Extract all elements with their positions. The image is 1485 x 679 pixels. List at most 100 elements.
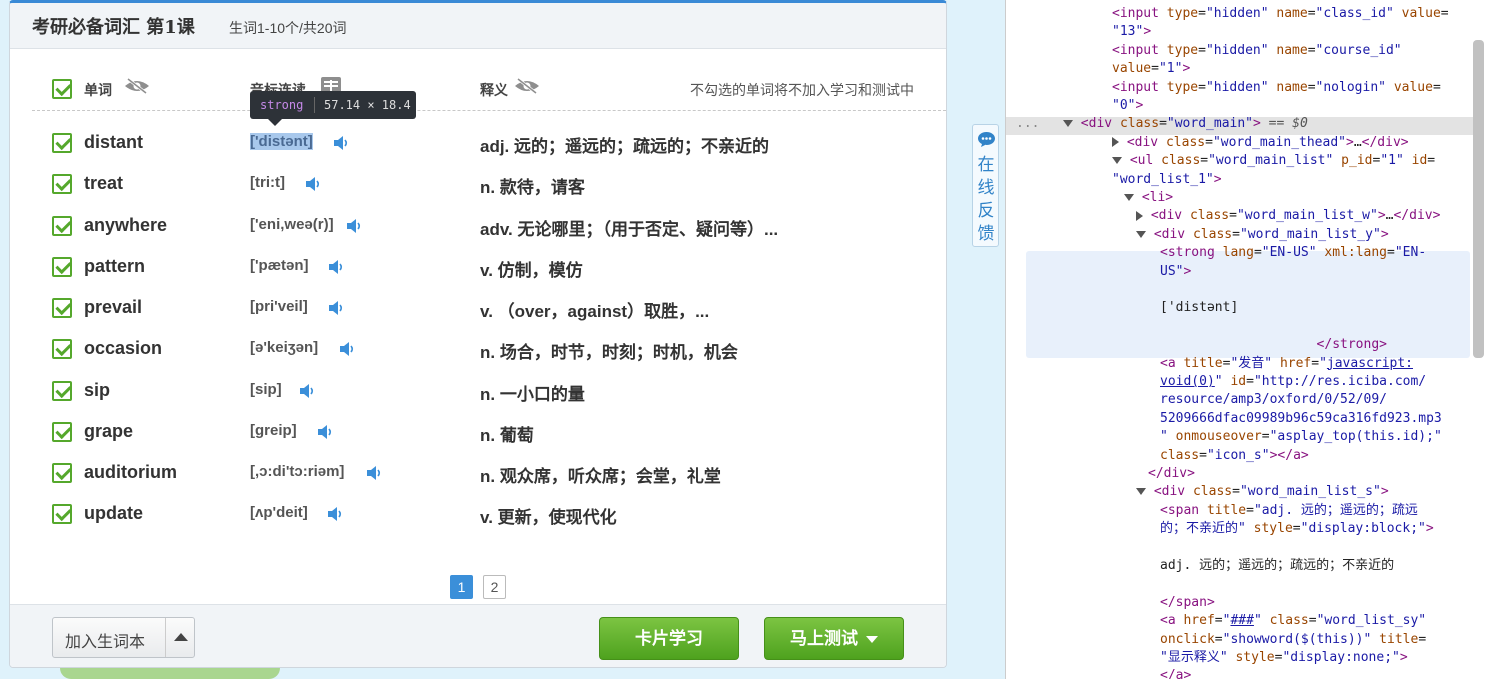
speaker-icon[interactable]: [316, 423, 334, 441]
dom-node-line[interactable]: <a title="发音" href="javascript:: [1160, 355, 1413, 373]
word-text: prevail: [84, 297, 143, 317]
dom-node-line[interactable]: </a>: [1160, 667, 1191, 679]
lesson-title: 考研必备词汇 第1课: [32, 17, 195, 38]
word-checkbox[interactable]: [52, 133, 72, 153]
word-row: prevail [pri'veil] v. （over，against）取胜，...: [10, 290, 946, 326]
word-checkbox[interactable]: [52, 174, 72, 194]
dom-node-line[interactable]: <strong lang="EN-US" xml:lang="EN-: [1160, 244, 1426, 262]
select-all-checkbox[interactable]: [52, 79, 72, 99]
footer-bar: 加入生词本 卡片学习 马上测试: [10, 604, 946, 667]
meaning-text: adv. 无论哪里；（用于否定、疑问等）...: [480, 220, 779, 239]
online-feedback-tab[interactable]: 在线反馈: [972, 124, 999, 247]
phonetic-text: [ə'keiʒən]: [250, 339, 319, 356]
dom-node-line[interactable]: US">: [1160, 263, 1191, 281]
dom-node-line[interactable]: <div class="word_main_thead">…</div>: [1112, 134, 1409, 152]
dom-node-line[interactable]: <div class="word_main_list_w">…</div>: [1136, 207, 1440, 225]
meaning-text: n. 一小口的量: [480, 385, 585, 404]
word-checkbox[interactable]: [52, 422, 72, 442]
dom-node-line[interactable]: <div class="word_main_list_s">: [1136, 483, 1389, 501]
meaning-text: v. 更新，使现代化: [480, 508, 617, 527]
add-to-vocab-button[interactable]: 加入生词本: [52, 617, 195, 658]
word-text: pattern: [84, 256, 146, 276]
dom-node-line[interactable]: <span title="adj. 远的；遥远的；疏远: [1160, 502, 1418, 520]
word-checkbox[interactable]: [52, 257, 72, 277]
page-1-button[interactable]: 1: [450, 575, 473, 599]
chat-bubble-icon: [978, 132, 995, 147]
column-word-label: 单词: [84, 82, 112, 98]
dom-node-line[interactable]: onclick="showword($(this))" title=: [1160, 631, 1426, 649]
dom-node-line[interactable]: void(0)" id="http://res.iciba.com/: [1160, 373, 1426, 391]
dom-node-line[interactable]: 5209666dfac09989b96c59ca316fd923.mp3: [1160, 410, 1442, 428]
page-2-button[interactable]: 2: [483, 575, 506, 599]
word-list-panel: 考研必备词汇 第1课 生词1-10个/共20词 单词 音标连读 释义 不勾选的单…: [9, 0, 947, 668]
word-text: distant: [84, 132, 144, 152]
devtools-scrollbar[interactable]: [1473, 40, 1484, 358]
background-leaf-decoration: [60, 668, 280, 679]
speaker-icon[interactable]: [332, 134, 350, 152]
speaker-icon[interactable]: [365, 464, 383, 482]
speaker-icon[interactable]: [345, 217, 363, 235]
dom-node-line[interactable]: value="1">: [1112, 60, 1190, 78]
word-checkbox[interactable]: [52, 463, 72, 483]
speaker-icon[interactable]: [327, 299, 345, 317]
speaker-icon[interactable]: [326, 505, 344, 523]
dom-node-line[interactable]: " onmouseover="asplay_top(this.id);": [1160, 428, 1442, 446]
tooltip-arrow: [268, 119, 282, 126]
phonetic-text: [tri:t]: [250, 174, 285, 191]
dom-node-line[interactable]: 的；不亲近的" style="display:block;">: [1160, 520, 1434, 538]
dom-node-line[interactable]: "word_list_1">: [1112, 171, 1222, 189]
hide-word-eye-icon[interactable]: [124, 78, 150, 94]
dom-node-line[interactable]: class="icon_s"></a>: [1160, 447, 1309, 465]
tooltip-size: 57.14 × 18.4: [324, 98, 411, 112]
word-text: sip: [84, 380, 111, 400]
dom-node-line[interactable]: resource/amp3/oxford/0/52/09/: [1160, 391, 1387, 409]
dom-node-line[interactable]: <ul class="word_main_list" p_id="1" id=: [1112, 152, 1435, 170]
dom-node-line[interactable]: "显示释义" style="display:none;">: [1160, 649, 1408, 667]
card-study-label: 卡片学习: [635, 629, 703, 648]
dom-node-line[interactable]: adj. 远的；遥远的；疏远的；不亲近的: [1160, 557, 1394, 575]
meaning-text: v. 仿制，模仿: [480, 261, 583, 280]
word-row: sip [sip] n. 一小口的量: [10, 373, 946, 409]
meaning-text: v. （over，against）取胜，...: [480, 302, 710, 321]
card-study-button[interactable]: 卡片学习: [599, 617, 739, 660]
word-row: anywhere ['eni,weə(r)] adv. 无论哪里；（用于否定、疑问等…: [10, 208, 946, 244]
dom-node-line[interactable]: </strong>: [1160, 336, 1387, 354]
phonetic-text: ['pætən]: [250, 257, 309, 274]
word-checkbox[interactable]: [52, 216, 72, 236]
phonetic-text: [ʌp'deit]: [250, 504, 308, 521]
dom-node-line[interactable]: </span>: [1160, 594, 1215, 612]
quick-test-button[interactable]: 马上测试: [764, 617, 904, 660]
dom-node-line[interactable]: "0">: [1112, 97, 1143, 115]
word-checkbox[interactable]: [52, 504, 72, 524]
lesson-subtitle: 生词1-10个/共20词: [229, 20, 347, 36]
pagination: 1 2: [450, 575, 530, 599]
meaning-text: adj. 远的；遥远的；疏远的；不亲近的: [480, 137, 770, 156]
dom-node-line[interactable]: ... <div class="word_main"> == $0: [1016, 115, 1308, 133]
word-checkbox[interactable]: [52, 298, 72, 318]
hide-meaning-eye-icon[interactable]: [514, 78, 540, 94]
dom-node-line[interactable]: <a href="###" class="word_list_sy": [1160, 612, 1426, 630]
speaker-icon[interactable]: [304, 175, 322, 193]
meaning-text: n. 场合，时节，时刻；时机，机会: [480, 343, 738, 362]
word-row: distant ['distənt] adj. 远的；遥远的；疏远的；不亲近的: [10, 125, 946, 161]
caret-up-icon[interactable]: [174, 633, 188, 641]
dom-node-line[interactable]: "13">: [1112, 23, 1151, 41]
dom-node-line[interactable]: ['distənt]: [1160, 299, 1238, 317]
phonetic-text: ['distənt]: [250, 133, 313, 150]
dom-node-line[interactable]: <input type="hidden" name="nologin" valu…: [1112, 79, 1441, 97]
dom-node-line[interactable]: <div class="word_main_list_y">: [1136, 226, 1389, 244]
speaker-icon[interactable]: [327, 258, 345, 276]
word-text: update: [84, 503, 144, 523]
dom-node-line[interactable]: <input type="hidden" name="course_id": [1112, 42, 1402, 60]
dom-node-line[interactable]: </div>: [1148, 465, 1195, 483]
speaker-icon[interactable]: [338, 340, 356, 358]
word-row: treat [tri:t] n. 款待，请客: [10, 166, 946, 202]
meaning-text: n. 葡萄: [480, 426, 534, 445]
lesson-header: 考研必备词汇 第1课 生词1-10个/共20词: [10, 3, 946, 49]
dom-node-line[interactable]: <li>: [1124, 189, 1173, 207]
speaker-icon[interactable]: [298, 382, 316, 400]
word-checkbox[interactable]: [52, 381, 72, 401]
word-checkbox[interactable]: [52, 339, 72, 359]
dom-node-line[interactable]: <input type="hidden" name="class_id" val…: [1112, 5, 1449, 23]
word-row: pattern ['pætən] v. 仿制，模仿: [10, 249, 946, 285]
